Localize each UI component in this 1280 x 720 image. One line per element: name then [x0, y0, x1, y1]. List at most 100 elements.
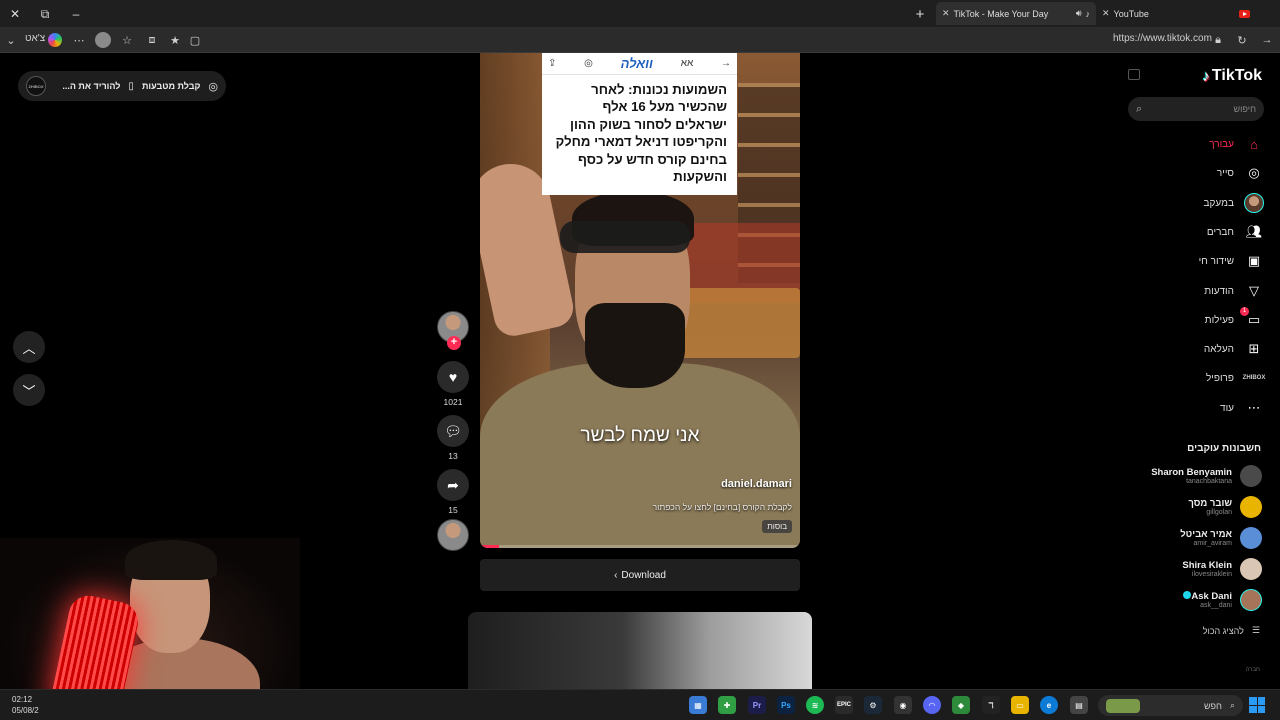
- sidebar-item-label: עבורך: [1209, 138, 1234, 150]
- right-sidebar: ♪ TikTok ⌕ חיפוש ⌂ עבורך ◎ סייר במעקב 👥︎…: [1126, 53, 1280, 689]
- browser-tab-bar: ✕ ⧉ – + ✕ TikTok - Make Your Day 🔊︎ ♪ ✕ …: [0, 0, 1280, 27]
- sidebar-item-friends[interactable]: 👥︎ חברים: [1207, 221, 1264, 243]
- creator-avatar[interactable]: +: [437, 311, 469, 350]
- steam-icon[interactable]: ⚙: [864, 696, 882, 714]
- minimize-window-icon[interactable]: –: [66, 4, 86, 24]
- next-video-preview[interactable]: [468, 612, 812, 689]
- search-input[interactable]: ⌕ חיפוש: [1128, 97, 1264, 121]
- upload-icon: ⊞: [1248, 341, 1260, 356]
- sidebar-item-label: חברים: [1206, 226, 1234, 238]
- split-screen-icon[interactable]: ▢: [186, 31, 204, 49]
- share-count: 15: [448, 505, 458, 515]
- like-count: 1021: [443, 397, 463, 407]
- sidebar-item-explore[interactable]: ◎ סייר: [1217, 162, 1264, 184]
- youtube-favicon-icon: [1239, 9, 1250, 18]
- app-icon[interactable]: ◆: [952, 696, 970, 714]
- sidebar-item-for-you[interactable]: ⌂ עבורך: [1209, 133, 1264, 155]
- profile-icon[interactable]: [94, 31, 112, 49]
- close-tab-icon[interactable]: ✕: [942, 8, 950, 19]
- following-account[interactable]: Ask Dani ask__dani: [1180, 587, 1262, 613]
- show-all-label: להציג הכול: [1202, 625, 1244, 636]
- edge-browser-icon[interactable]: e: [1040, 696, 1058, 714]
- discord-icon[interactable]: ◠: [923, 696, 941, 714]
- speaker-icon[interactable]: 🔊︎: [1076, 8, 1082, 19]
- sidebar-item-live[interactable]: ▣ שידור חי: [1199, 250, 1264, 272]
- photoshop-icon[interactable]: Ps: [777, 696, 795, 714]
- sidebar-item-activity[interactable]: ▭ 1 פעילות: [1204, 307, 1264, 331]
- taskbar-search[interactable]: ⌕ חפש: [1098, 695, 1243, 716]
- spotify-icon[interactable]: ≋: [806, 696, 824, 714]
- search-icon[interactable]: ⌕: [1136, 103, 1142, 116]
- url-field[interactable]: https://www.tiktok.com: [1113, 33, 1212, 44]
- system-clock[interactable]: 02:12 05/08/2: [12, 694, 39, 716]
- coin-icon: ◎: [208, 80, 218, 93]
- epic-games-icon[interactable]: EPIC: [835, 696, 853, 714]
- show-all-link[interactable]: ☰ להציג הכול: [1203, 625, 1260, 636]
- video-description: לקבלת הקורס [בחינם] לחצו על הכפתור: [652, 502, 792, 512]
- following-account[interactable]: שובר מסך gillgolan: [1188, 494, 1262, 520]
- close-window-icon[interactable]: ✕: [5, 4, 25, 24]
- copilot-icon[interactable]: [46, 31, 64, 49]
- obs-icon[interactable]: ◉: [894, 696, 912, 714]
- tiktok-note-icon: ♪: [1202, 67, 1210, 85]
- following-account[interactable]: Sharon Benyamin tanachbaktana: [1151, 463, 1262, 489]
- sidebar-item-more[interactable]: ⋯ עוד: [1220, 397, 1264, 419]
- avatar: [1240, 496, 1262, 518]
- back-icon[interactable]: →: [1258, 31, 1276, 49]
- video-tag[interactable]: בוסות: [762, 520, 792, 533]
- avatar: [1240, 558, 1262, 580]
- previous-video-button[interactable]: ︿: [13, 331, 45, 363]
- account-name: אמיר אביטל: [1180, 529, 1232, 540]
- app-icon[interactable]: ℸ: [982, 696, 1000, 714]
- video-author[interactable]: daniel.damari: [721, 478, 792, 490]
- calculator-icon[interactable]: ▦: [689, 696, 707, 714]
- friends-icon: 👥︎: [1245, 224, 1263, 239]
- tab-youtube[interactable]: ✕ YouTube: [1096, 2, 1256, 25]
- sidebar-item-following[interactable]: במעקב: [1204, 192, 1264, 214]
- download-button[interactable]: ‹ Download: [480, 559, 800, 591]
- activity-icon: ▭ 1: [1240, 307, 1264, 330]
- add-favorite-icon[interactable]: ★: [166, 31, 184, 49]
- get-coins-button[interactable]: ◎ קבלת מטבעות ▯ להוריד את ה... ZHIBOX: [18, 71, 226, 101]
- follow-plus-icon[interactable]: +: [447, 336, 461, 350]
- chevron-up-icon: ︿: [22, 340, 36, 356]
- sidebar-item-messages[interactable]: ▽ הודעות: [1204, 280, 1264, 302]
- account-handle: ask__dani: [1200, 602, 1232, 609]
- lock-icon[interactable]: 🔒︎: [1209, 31, 1227, 49]
- like-button[interactable]: ♥: [437, 361, 469, 393]
- windows-start-icon[interactable]: [1249, 697, 1265, 713]
- following-account[interactable]: אמיר אביטל amir_aviram: [1180, 525, 1262, 551]
- download-app-label[interactable]: להוריד את ה...: [62, 81, 120, 91]
- xbox-app-icon[interactable]: ✚: [718, 696, 736, 714]
- video-caption: אני שמח לבשר: [580, 425, 700, 446]
- collections-icon[interactable]: ⧈: [143, 31, 161, 49]
- collapse-sidebar-icon[interactable]: [1128, 69, 1140, 80]
- tab-tiktok[interactable]: ✕ TikTok - Make Your Day 🔊︎ ♪: [936, 2, 1096, 25]
- file-explorer-icon[interactable]: ▭: [1011, 696, 1029, 714]
- sidebar-item-profile[interactable]: ZHIBOX פרופיל: [1206, 367, 1265, 389]
- whatsapp-icon: ◎: [584, 58, 593, 69]
- video-progress-bar[interactable]: [480, 545, 800, 548]
- sound-avatar[interactable]: [437, 519, 469, 551]
- premiere-icon[interactable]: Pr: [748, 696, 766, 714]
- video-player[interactable]: ⇪ ◎ וואלה אא → השמועות נכונות: לאחר שהכש…: [480, 53, 800, 548]
- zhibox-avatar[interactable]: ZHIBOX: [26, 76, 46, 96]
- close-tab-icon[interactable]: ✕: [1102, 8, 1110, 19]
- following-account[interactable]: Shira Klein ilovesiraklein: [1182, 556, 1262, 582]
- reload-icon[interactable]: ↻: [1233, 31, 1251, 49]
- sidebar-item-upload[interactable]: ⊞ העלאה: [1204, 338, 1264, 360]
- share-button[interactable]: ➦: [437, 469, 469, 501]
- avatar: [1240, 527, 1262, 549]
- profile-label[interactable]: צ'אט: [25, 33, 45, 44]
- chevron-down-icon[interactable]: ⌄: [2, 31, 20, 49]
- favorites-icon[interactable]: ☆: [118, 31, 136, 49]
- heart-icon: ♥: [448, 369, 458, 385]
- comment-button[interactable]: 💬︎: [437, 415, 469, 447]
- tiktok-logo[interactable]: ♪ TikTok: [1202, 67, 1262, 85]
- new-tab-icon[interactable]: +: [910, 4, 930, 24]
- more-dots-icon[interactable]: ⋯: [70, 31, 88, 49]
- app-icon[interactable]: ▤: [1070, 696, 1088, 714]
- sidebar-item-label: פעילות: [1204, 314, 1234, 326]
- next-video-button[interactable]: ﹀: [13, 374, 45, 406]
- restore-window-icon[interactable]: ⧉: [35, 4, 55, 24]
